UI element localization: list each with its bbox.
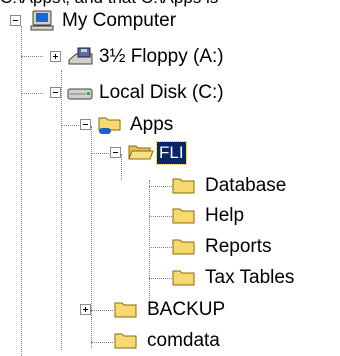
tree-item-label: 3½ Floppy (A:) [99, 46, 224, 67]
tree-item-apps[interactable]: Apps [0, 112, 340, 138]
tree-item-label: Local Disk (C:) [99, 82, 224, 103]
tree-item-label: Tax Tables [205, 267, 295, 288]
computer-icon [30, 10, 54, 31]
tree-item-label: Apps [130, 114, 174, 135]
floppy-drive-icon [68, 47, 93, 65]
expand-button[interactable] [80, 304, 91, 315]
hard-drive-icon [67, 88, 93, 100]
folder-icon [114, 302, 137, 318]
tree-item-fli[interactable]: FLI [0, 140, 340, 166]
tree-item-floppy-drive[interactable]: 3½ Floppy (A:) [0, 44, 340, 70]
tree-item-label: comdata [147, 330, 220, 351]
tree-item-database[interactable]: Database [0, 173, 340, 199]
tree-item-label: My Computer [62, 10, 177, 31]
tree-item-tax-tables[interactable]: Tax Tables [0, 265, 340, 291]
tree-item-backup[interactable]: BACKUP [0, 297, 340, 323]
tree-item-label-selected: FLI [156, 141, 187, 165]
folder-tree: My Computer 3½ Floppy (A:) Local Disk (C… [0, 0, 340, 356]
folder-icon [172, 178, 195, 194]
collapse-button[interactable] [50, 87, 61, 98]
tree-item-help[interactable]: Help [0, 203, 340, 229]
tree-item-label: Help [205, 205, 245, 226]
expand-button[interactable] [50, 51, 61, 62]
collapse-button[interactable] [110, 147, 121, 158]
collapse-button[interactable] [80, 119, 91, 130]
tree-item-local-disk-c[interactable]: Local Disk (C:) [0, 80, 340, 106]
tree-item-comdata[interactable]: comdata [0, 328, 340, 354]
folder-open-icon [128, 145, 154, 160]
collapse-button[interactable] [10, 15, 21, 26]
tree-item-reports[interactable]: Reports [0, 234, 340, 260]
folder-shared-icon [98, 117, 121, 134]
tree-item-label: BACKUP [147, 299, 226, 320]
folder-icon [172, 208, 195, 224]
tree-item-label: Database [205, 175, 287, 196]
folder-icon [172, 239, 195, 255]
tree-item-my-computer[interactable]: My Computer [0, 8, 340, 34]
folder-icon [172, 270, 195, 286]
tree-item-label: Reports [205, 236, 272, 257]
folder-icon [114, 333, 137, 349]
